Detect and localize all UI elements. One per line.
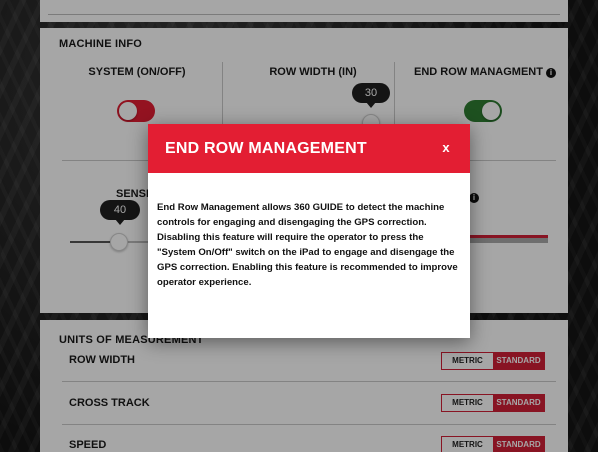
- modal-body-text: End Row Management allows 360 GUIDE to d…: [157, 202, 458, 288]
- modal-title: END ROW MANAGEMENT: [165, 140, 367, 157]
- close-button[interactable]: x: [438, 139, 454, 157]
- end-row-management-modal: END ROW MANAGEMENT x End Row Management …: [148, 124, 470, 338]
- modal-header: END ROW MANAGEMENT x: [148, 124, 470, 173]
